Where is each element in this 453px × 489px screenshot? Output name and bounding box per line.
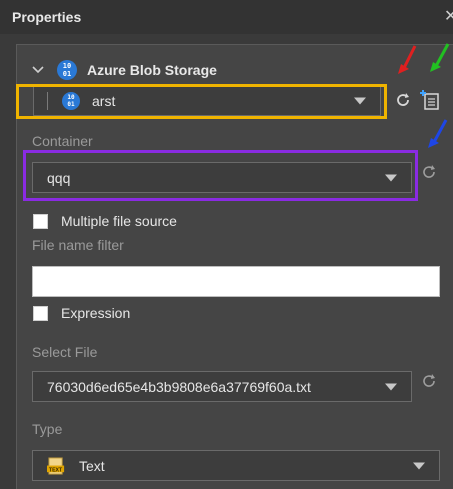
- select-file-value: 76030d6ed65e4b3b9808e6a37769f60a.txt: [47, 378, 311, 395]
- multiple-file-source-label: Multiple file source: [61, 213, 177, 229]
- container-value: qqq: [47, 169, 71, 186]
- refresh-icon[interactable]: [420, 163, 438, 181]
- new-connection-icon[interactable]: [420, 89, 440, 111]
- chevron-down-icon[interactable]: [385, 383, 397, 390]
- blob-storage-icon: 10 01: [62, 92, 80, 110]
- type-value: Text: [79, 457, 105, 474]
- chevron-down-icon[interactable]: [413, 462, 425, 469]
- blob-storage-icon: 10 01: [57, 60, 77, 80]
- connection-value: arst: [92, 93, 116, 109]
- multiple-file-source-row[interactable]: Multiple file source: [33, 213, 177, 229]
- expression-checkbox[interactable]: [33, 305, 48, 321]
- chevron-down-icon[interactable]: [354, 97, 366, 105]
- close-icon[interactable]: ✕: [444, 6, 453, 26]
- window-title: Properties: [12, 9, 82, 25]
- refresh-icon[interactable]: [394, 91, 412, 109]
- expression-label: Expression: [61, 305, 131, 321]
- type-dropdown[interactable]: TEXT Text: [32, 450, 440, 481]
- section-title: Azure Blob Storage: [87, 62, 217, 78]
- chevron-down-icon[interactable]: [31, 63, 45, 77]
- container-dropdown[interactable]: qqq: [32, 162, 412, 193]
- file-name-filter-input[interactable]: [32, 266, 440, 297]
- container-label: Container: [32, 133, 93, 149]
- section-header[interactable]: 10 01 Azure Blob Storage: [31, 59, 217, 81]
- properties-panel: 10 01 Azure Blob Storage 10 01 arst Contai…: [16, 44, 453, 489]
- multiple-file-source-checkbox[interactable]: [33, 213, 48, 229]
- divider: [47, 92, 48, 110]
- type-label: Type: [32, 421, 63, 437]
- refresh-icon[interactable]: [420, 372, 438, 390]
- chevron-down-icon[interactable]: [385, 174, 397, 181]
- green-arrow-icon: [430, 43, 450, 72]
- select-file-dropdown[interactable]: 76030d6ed65e4b3b9808e6a37769f60a.txt: [32, 371, 412, 402]
- expression-row[interactable]: Expression: [33, 305, 130, 321]
- select-file-label: Select File: [32, 344, 98, 360]
- connection-dropdown[interactable]: 10 01 arst: [33, 86, 381, 116]
- blue-arrow-icon: [428, 119, 448, 148]
- text-file-icon: TEXT: [47, 457, 65, 475]
- svg-text:TEXT: TEXT: [49, 467, 63, 473]
- red-arrow-icon: [398, 45, 417, 74]
- properties-titlebar: Properties ✕: [0, 0, 453, 34]
- file-name-filter-label: File name filter: [32, 237, 124, 253]
